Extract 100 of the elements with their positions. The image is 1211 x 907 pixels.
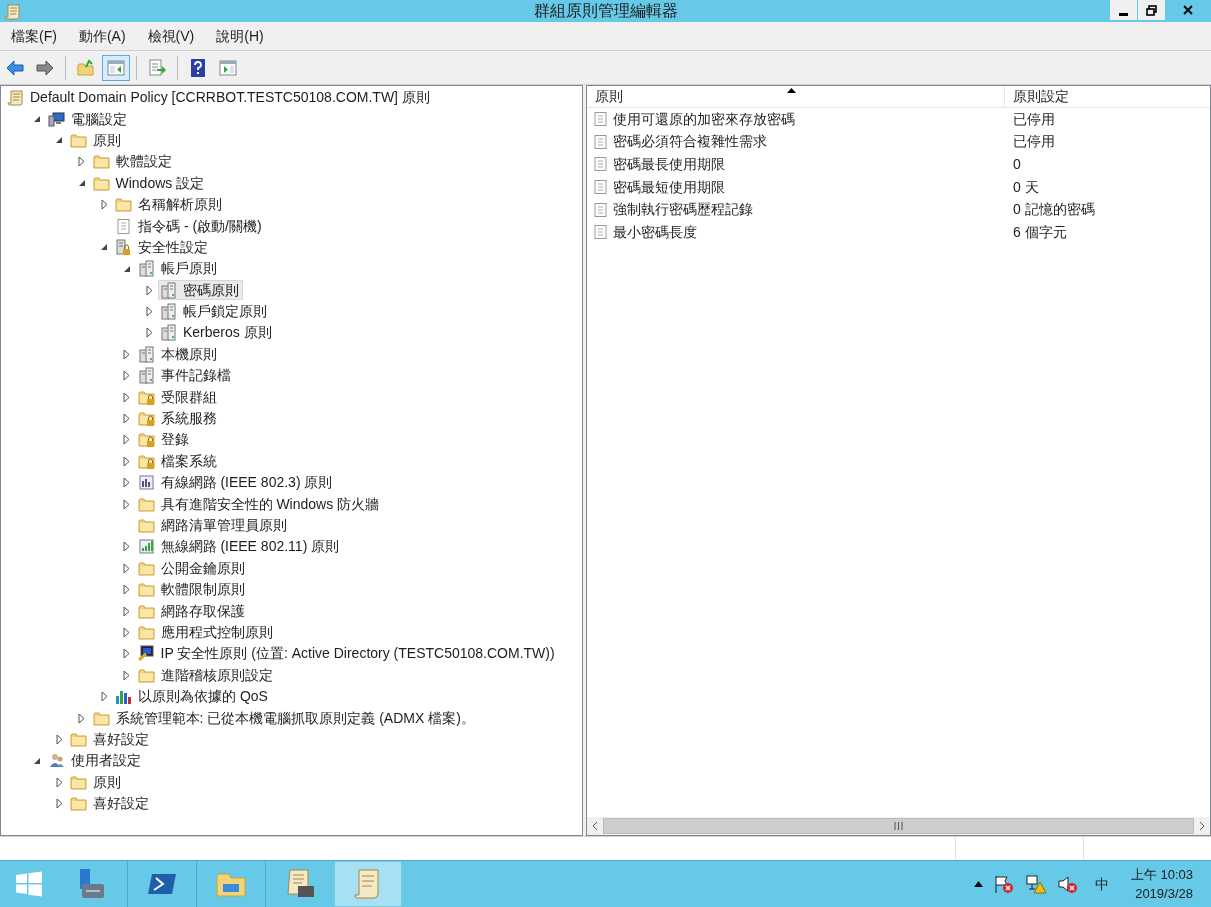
- collapsed-arrow-icon[interactable]: [123, 648, 130, 660]
- collapsed-arrow-icon[interactable]: [123, 391, 130, 403]
- list-row[interactable]: 密碼最短使用期限 0 天: [587, 175, 1210, 199]
- list-row[interactable]: 密碼必須符合複雜性需求 已停用: [587, 130, 1210, 154]
- collapsed-arrow-icon[interactable]: [78, 712, 85, 724]
- folder-icon: [137, 602, 155, 620]
- server-icon: [137, 345, 155, 363]
- policy-setting: 0 記憶的密碼: [1012, 200, 1095, 220]
- collapsed-arrow-icon[interactable]: [123, 348, 130, 360]
- policy-name: 最小密碼長度: [613, 222, 697, 242]
- tree-item[interactable]: 進階稽核原則設定: [135, 665, 277, 686]
- tree-item[interactable]: 有線網路 (IEEE 802.3) 原則: [135, 472, 337, 493]
- users-icon: [47, 752, 65, 770]
- collapsed-arrow-icon[interactable]: [123, 370, 130, 382]
- tree-item[interactable]: 指令碼 - (啟動/關機): [113, 216, 266, 237]
- volume-muted-icon[interactable]: [1056, 874, 1079, 894]
- column-header[interactable]: 原則: [587, 86, 1005, 107]
- expanded-arrow-icon[interactable]: [32, 115, 41, 124]
- collapsed-arrow-icon[interactable]: [100, 691, 108, 703]
- list-row[interactable]: 密碼最長使用期限 0: [587, 153, 1210, 176]
- tree-item[interactable]: 喜好設定: [68, 793, 153, 814]
- policy-name: 強制執行密碼歷程記錄: [613, 200, 753, 220]
- tree-item[interactable]: 名稱解析原則: [113, 194, 226, 215]
- tree-item[interactable]: 無線網路 (IEEE 802.11) 原則: [135, 536, 344, 557]
- collapsed-arrow-icon[interactable]: [123, 477, 130, 489]
- menu-item[interactable]: 說明(H): [211, 25, 269, 47]
- tree-item[interactable]: 具有進階安全性的 Windows 防火牆: [135, 494, 384, 515]
- collapsed-arrow-icon[interactable]: [55, 733, 63, 745]
- tree-item[interactable]: 使用者設定: [45, 750, 145, 771]
- clock[interactable]: 上午 10:03 2019/3/28: [1130, 865, 1193, 903]
- tree-item[interactable]: 受限群組: [135, 387, 221, 408]
- list-row[interactable]: 強制執行密碼歷程記錄 0 記憶的密碼: [587, 198, 1210, 221]
- tree-item[interactable]: 以原則為依據的 QoS: [113, 686, 272, 707]
- tree-item[interactable]: 本機原則: [135, 344, 221, 365]
- show-hidden-icons-icon[interactable]: [973, 881, 983, 887]
- expanded-arrow-icon[interactable]: [32, 756, 41, 765]
- expanded-arrow-icon[interactable]: [77, 179, 86, 188]
- collapsed-arrow-icon[interactable]: [123, 413, 130, 425]
- collapsed-arrow-icon[interactable]: [123, 541, 130, 553]
- tree-item[interactable]: 喜好設定: [68, 729, 153, 750]
- menu-item[interactable]: 檢視(V): [142, 25, 200, 47]
- scrollbar-thumb[interactable]: [603, 818, 1194, 834]
- restore-button[interactable]: [1138, 0, 1165, 20]
- tree-item[interactable]: 帳戶原則: [135, 258, 221, 279]
- collapsed-arrow-icon[interactable]: [145, 284, 153, 296]
- collapsed-arrow-icon[interactable]: [123, 626, 130, 638]
- collapsed-arrow-icon[interactable]: [55, 776, 63, 788]
- tree-item[interactable]: 網路存取保護: [135, 601, 249, 622]
- input-method-indicator[interactable]: 中: [1088, 873, 1115, 895]
- horizontal-scrollbar[interactable]: [587, 817, 1210, 835]
- tree-pane-button[interactable]: [102, 54, 130, 81]
- collapsed-arrow-icon[interactable]: [100, 199, 108, 211]
- tree-item[interactable]: 事件記錄檔: [135, 365, 235, 386]
- collapsed-arrow-icon[interactable]: [123, 605, 130, 617]
- column-header[interactable]: 原則設定: [1005, 86, 1210, 107]
- tree-item[interactable]: 系統服務: [135, 408, 221, 429]
- minimize-button[interactable]: [1110, 0, 1137, 20]
- tree-item[interactable]: 密碼原則: [158, 280, 243, 301]
- tree-item[interactable]: 登錄: [135, 429, 193, 450]
- collapsed-arrow-icon[interactable]: [123, 562, 130, 574]
- collapsed-arrow-icon[interactable]: [123, 584, 130, 596]
- tree-item[interactable]: 網路清單管理員原則: [135, 515, 291, 536]
- tree-item[interactable]: Kerberos 原則: [158, 323, 276, 343]
- locked-folder-icon: [137, 410, 155, 428]
- tree-item[interactable]: 軟體限制原則: [135, 579, 249, 600]
- tree-item[interactable]: 應用程式控制原則: [135, 622, 277, 643]
- locked-folder-icon: [137, 431, 155, 449]
- scroll-right-icon[interactable]: [1199, 821, 1205, 831]
- tree-item-label: 事件記錄檔: [160, 366, 231, 386]
- collapsed-arrow-icon[interactable]: [123, 669, 130, 681]
- tree-item[interactable]: 安全性設定: [113, 237, 212, 258]
- expanded-arrow-icon[interactable]: [122, 264, 131, 273]
- tree-item[interactable]: 軟體設定: [90, 151, 176, 172]
- folder-icon: [70, 131, 87, 149]
- expanded-arrow-icon[interactable]: [100, 243, 108, 252]
- tree-item-label: 進階稽核原則設定: [160, 665, 273, 685]
- collapsed-arrow-icon[interactable]: [123, 498, 130, 510]
- tree-item[interactable]: 電腦設定: [45, 109, 131, 130]
- network-warning-icon[interactable]: [1024, 874, 1047, 894]
- list-row[interactable]: 最小密碼長度 6 個字元: [587, 220, 1210, 244]
- list-row[interactable]: 使用可還原的加密來存放密碼 已停用: [587, 108, 1210, 131]
- tree-item[interactable]: 原則: [68, 130, 125, 151]
- collapsed-arrow-icon[interactable]: [78, 156, 85, 168]
- flag-error-icon[interactable]: [992, 874, 1015, 894]
- tree-item[interactable]: 檔案系統: [135, 451, 221, 472]
- scroll-left-icon[interactable]: [592, 821, 598, 831]
- collapsed-arrow-icon[interactable]: [123, 455, 130, 467]
- menu-item[interactable]: 動作(A): [73, 25, 131, 47]
- collapsed-arrow-icon[interactable]: [145, 306, 153, 318]
- tree-item[interactable]: 公開金鑰原則: [135, 558, 249, 579]
- collapsed-arrow-icon[interactable]: [55, 798, 63, 810]
- policy-document-icon: [593, 179, 609, 196]
- tree-item[interactable]: 帳戶鎖定原則: [158, 301, 271, 322]
- tree-item[interactable]: Windows 設定: [90, 173, 209, 194]
- collapsed-arrow-icon[interactable]: [145, 327, 153, 339]
- expanded-arrow-icon[interactable]: [55, 136, 63, 145]
- menu-item[interactable]: 檔案(F): [6, 25, 62, 47]
- tree-item[interactable]: 原則: [68, 772, 125, 793]
- collapsed-arrow-icon[interactable]: [123, 434, 130, 446]
- folder-up-icon: [76, 57, 96, 78]
